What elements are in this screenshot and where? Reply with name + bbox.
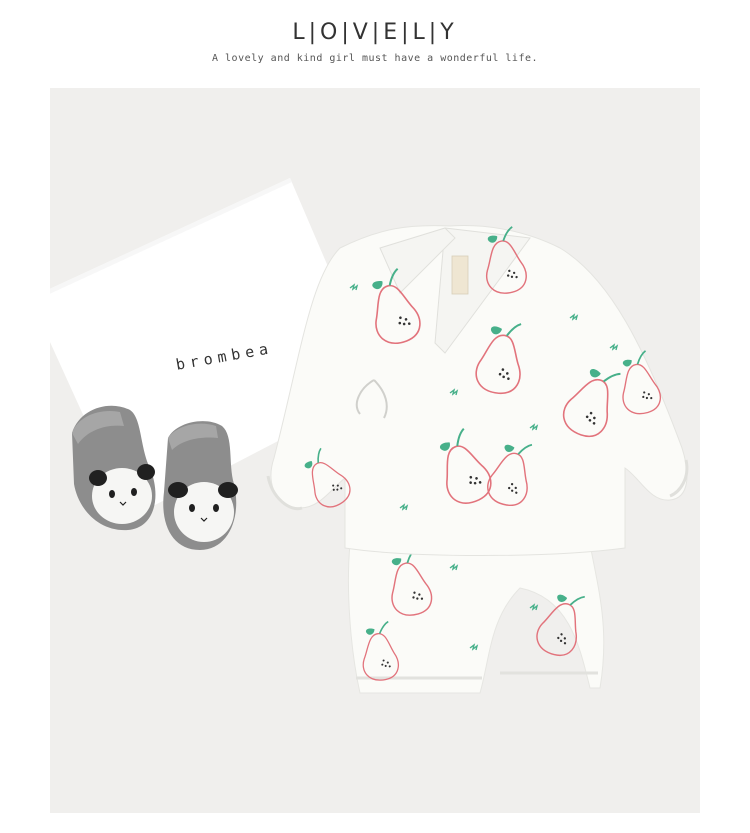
header: L|O|V|E|L|Y A lovely and kind girl must … (0, 0, 750, 90)
pants (347, 543, 605, 694)
photo-illustration (50, 178, 689, 694)
product-photo: brombea (50, 88, 700, 813)
kimono-top (266, 224, 689, 556)
brand-title: L|O|V|E|L|Y (292, 20, 458, 45)
tagline: A lovely and kind girl must have a wonde… (211, 53, 539, 64)
